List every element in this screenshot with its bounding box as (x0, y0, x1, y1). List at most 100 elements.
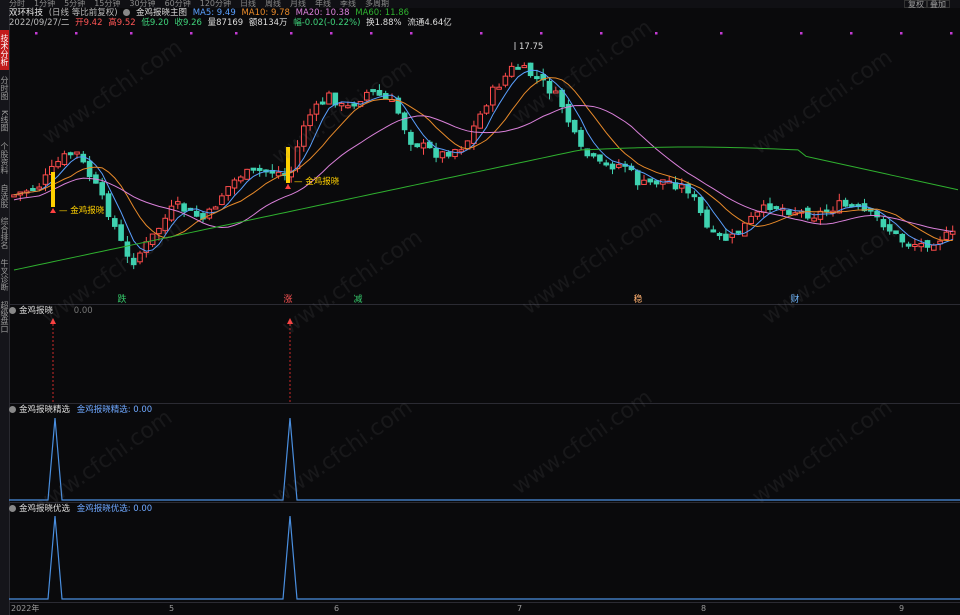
candle-body (86, 160, 93, 178)
signal-arrow-head (50, 318, 56, 324)
candle-body (30, 188, 36, 192)
axis-label: 7 (517, 604, 523, 613)
signal-bar (286, 147, 290, 183)
candle-body (439, 151, 446, 159)
candle-body (74, 151, 80, 155)
ma10-line (13, 77, 953, 241)
candle-body (80, 153, 87, 163)
marker-dot (720, 32, 723, 35)
marker-dot (370, 32, 373, 35)
candle-body (244, 168, 250, 180)
candle-body (634, 170, 641, 186)
ma5-line (13, 69, 953, 252)
panel-settings-icon[interactable] (9, 505, 16, 512)
candle-body (175, 201, 181, 205)
candle-body (238, 176, 244, 182)
candle-body (212, 206, 219, 210)
candle-body (55, 161, 61, 168)
candle-body (345, 105, 351, 109)
marker-dot (410, 32, 413, 35)
signal-label: — 金鸡报晓 (59, 205, 105, 216)
candle-body (351, 103, 357, 107)
ma20-line (13, 105, 953, 233)
candle-body (905, 243, 912, 247)
candle-body (206, 208, 213, 219)
signal-spike-line (9, 515, 960, 600)
marker-dot (75, 32, 78, 35)
signal-arrow-head (285, 184, 291, 189)
candle-body (477, 113, 483, 129)
marker-dot (330, 32, 333, 35)
candle-body (597, 154, 603, 162)
candle-body (376, 89, 383, 96)
candle-body (307, 114, 313, 127)
candle-body (326, 92, 332, 105)
axis-label: 5 (169, 604, 175, 613)
candle-body (716, 233, 723, 237)
candle-body (697, 196, 704, 214)
panel-settings-icon[interactable] (9, 307, 16, 314)
marker-dot (540, 32, 543, 35)
candle-body (647, 178, 654, 183)
candle-body (931, 244, 937, 251)
candle-body (553, 90, 559, 94)
signal-bar (51, 172, 55, 207)
signal-label: — 金鸡报晓 (294, 176, 340, 187)
candle-body (641, 179, 647, 185)
candle-body (67, 152, 74, 156)
candle-body (225, 186, 231, 196)
candle-body (105, 193, 112, 218)
candle-body (181, 203, 187, 212)
candle-body (943, 231, 950, 240)
candle-body (918, 243, 925, 248)
candle-body (735, 230, 742, 234)
candle-body (729, 233, 736, 238)
candle-body (603, 162, 610, 166)
candle-body (408, 131, 414, 145)
main-chart-area[interactable]: — 金鸡报晓— 金鸡报晓17.75跌涨减稳财 (0, 0, 960, 615)
candle-body (137, 252, 143, 263)
candle-body (786, 210, 792, 215)
candle-body (571, 119, 578, 133)
high-price-label: 17.75 (519, 42, 543, 52)
candle-body (370, 89, 376, 93)
candle-body (11, 194, 17, 198)
panel-divider (9, 304, 960, 305)
candle-body (112, 218, 118, 227)
marker-dot (655, 32, 658, 35)
candle-body (508, 65, 515, 77)
candle-body (168, 205, 175, 221)
candle-body (219, 195, 225, 206)
signal-arrow-head (50, 208, 56, 213)
candle-body (301, 125, 307, 147)
panel-divider (9, 403, 960, 404)
signal-arrow-head (287, 318, 293, 324)
candle-body (704, 209, 710, 228)
candle-body (527, 62, 534, 77)
candle-body (496, 86, 502, 90)
candle-body (149, 233, 156, 246)
candle-body (534, 76, 540, 80)
marker-dot (950, 32, 953, 35)
candle-body (42, 174, 49, 185)
candle-body (445, 151, 452, 157)
candle-body (433, 147, 439, 158)
panel-title-prefer: 金鸡报晓优选 金鸡报晓优选: 0.00 (9, 504, 152, 514)
candle-body (319, 101, 326, 105)
marker-dot (480, 32, 483, 35)
candle-body (723, 233, 729, 241)
ma60-line (13, 146, 959, 271)
candle-body (578, 129, 584, 147)
candle-body (742, 222, 748, 237)
marker-dot (190, 32, 193, 35)
candle-body (886, 224, 893, 232)
panel-settings-icon[interactable] (9, 406, 16, 413)
candle-body (118, 224, 124, 241)
candle-body (338, 102, 345, 107)
candle-body (471, 125, 477, 144)
candle-body (817, 210, 824, 220)
candle-body (842, 199, 849, 207)
candle-body (458, 149, 465, 153)
candle-body (691, 194, 698, 198)
candle-body (420, 142, 427, 149)
